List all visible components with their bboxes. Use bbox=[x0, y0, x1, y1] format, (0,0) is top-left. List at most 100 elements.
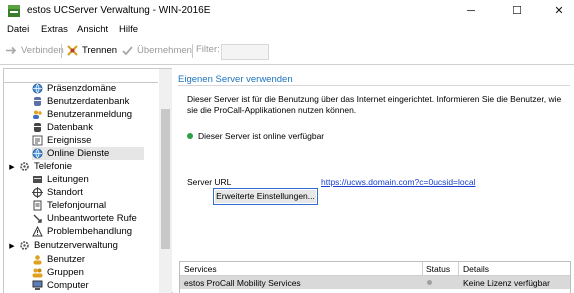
tree-item-label: Standort bbox=[47, 187, 83, 198]
tree-item-label: Problembehandlung bbox=[47, 226, 133, 237]
location-icon bbox=[32, 187, 43, 198]
table-header: Services Status Details bbox=[180, 262, 570, 276]
close-button[interactable]: ✕ bbox=[545, 2, 573, 20]
server-url-label: Server URL bbox=[187, 177, 232, 187]
tree-item-datenbank[interactable]: Datenbank bbox=[32, 121, 93, 134]
tree-item-label: Telefonjournal bbox=[47, 200, 107, 211]
tree-group-telefonie[interactable]: ▶ Telefonie bbox=[8, 160, 72, 173]
tree-item-label: Gruppen bbox=[47, 267, 84, 278]
missed-call-icon bbox=[33, 214, 42, 223]
advanced-settings-button[interactable]: Erweiterte Einstellungen... bbox=[213, 188, 318, 205]
tree-item-label: Präsenzdomäne bbox=[47, 83, 117, 94]
menu-bar: Datei Extras Ansicht Hilfe bbox=[0, 22, 574, 38]
gear-icon bbox=[20, 241, 29, 250]
tree-item-leitungen[interactable]: Leitungen bbox=[32, 173, 89, 186]
minimize-button[interactable]: ─ bbox=[457, 2, 485, 20]
column-header-status[interactable]: Status bbox=[426, 264, 450, 274]
status-dot-icon bbox=[187, 133, 193, 139]
app-icon bbox=[8, 5, 20, 17]
column-divider bbox=[422, 262, 423, 275]
filter-label: Filter: bbox=[196, 44, 220, 55]
tree-item-problembehandlung[interactable]: Problembehandlung bbox=[32, 225, 132, 238]
tree-item-label: Benutzeranmeldung bbox=[47, 109, 133, 120]
lines-icon bbox=[33, 176, 42, 183]
warning-icon bbox=[32, 226, 43, 237]
navigation-tree[interactable]: Präsenzdomäne Benutzerdatenbank Benutzer… bbox=[3, 68, 173, 293]
menu-hilfe[interactable]: Hilfe bbox=[119, 24, 138, 35]
tree-item-unbeantwortete-rufe[interactable]: Unbeantwortete Rufe bbox=[32, 212, 137, 225]
tree-item-label: Computer bbox=[47, 280, 89, 291]
tree-item-label: Benutzerdatenbank bbox=[47, 96, 130, 107]
database-icon bbox=[34, 123, 41, 132]
journal-icon bbox=[33, 200, 42, 211]
status-text: Dieser Server ist online verfügbar bbox=[198, 131, 325, 141]
tree-item-telefonjournal[interactable]: Telefonjournal bbox=[32, 199, 106, 212]
computer-icon bbox=[32, 280, 43, 290]
tree-item-label: Telefonie bbox=[34, 161, 73, 172]
globe-icon bbox=[32, 83, 43, 94]
expand-arrow-icon[interactable]: ▶ bbox=[8, 163, 16, 171]
tree-item-label: Benutzerverwaltung bbox=[34, 240, 118, 251]
tree-item-computer[interactable]: Computer bbox=[32, 279, 89, 292]
user-icon bbox=[33, 255, 42, 265]
tree-item-label: Ereignisse bbox=[47, 135, 92, 146]
content-pane: Eigenen Server verwenden Dieser Server i… bbox=[172, 68, 574, 293]
events-icon bbox=[32, 135, 43, 146]
tree-item-online-dienste[interactable]: Online Dienste bbox=[32, 147, 144, 160]
column-header-services[interactable]: Services bbox=[184, 264, 217, 274]
title-bar: estos UCServer Verwaltung - WIN-2016E ─ … bbox=[0, 0, 574, 22]
column-header-details[interactable]: Details bbox=[463, 264, 489, 274]
status-dot-icon bbox=[427, 280, 432, 285]
tree-item-benutzeranmeldung[interactable]: Benutzeranmeldung bbox=[32, 108, 132, 121]
column-divider bbox=[458, 262, 459, 275]
toolbar-separator bbox=[192, 44, 193, 58]
scrollbar-thumb[interactable] bbox=[161, 109, 170, 249]
tree-item-label: Online Dienste bbox=[47, 148, 110, 159]
maximize-button[interactable]: ☐ bbox=[503, 2, 531, 20]
table-row[interactable]: estos ProCall Mobility Services Keine Li… bbox=[180, 276, 570, 289]
window-title: estos UCServer Verwaltung - WIN-2016E bbox=[27, 5, 211, 16]
expand-arrow-icon[interactable]: ▶ bbox=[8, 242, 16, 250]
section-divider bbox=[178, 85, 570, 86]
apply-label: Übernehmen bbox=[137, 45, 192, 56]
group-icon bbox=[32, 268, 43, 278]
toolbar-separator bbox=[61, 44, 62, 58]
disconnect-label: Trennen bbox=[82, 45, 118, 56]
description-text: Dieser Server ist für die Benutzung über… bbox=[187, 94, 562, 115]
service-details: Keine Lizenz verfügbar bbox=[463, 278, 550, 288]
connect-button[interactable]: Verbinden bbox=[5, 44, 64, 57]
server-url-link[interactable]: https://ucws.domain.com?c=0ucsid=local bbox=[321, 177, 476, 187]
connect-icon bbox=[6, 46, 17, 55]
online-status: Dieser Server ist online verfügbar bbox=[187, 131, 324, 141]
tree-item-label: Leitungen bbox=[47, 174, 89, 185]
services-table: Services Status Details estos ProCall Mo… bbox=[179, 261, 571, 293]
section-title: Eigenen Server verwenden bbox=[178, 74, 293, 85]
gear-icon bbox=[20, 162, 29, 171]
database-icon bbox=[34, 97, 41, 106]
tree-item-benutzer[interactable]: Benutzer bbox=[32, 253, 85, 266]
menu-extras[interactable]: Extras bbox=[41, 24, 68, 35]
tree-item-benutzerdatenbank[interactable]: Benutzerdatenbank bbox=[32, 95, 129, 108]
toolbar: Verbinden Trennen Übernehmen Filter: bbox=[0, 38, 574, 65]
filter-input[interactable] bbox=[221, 44, 269, 60]
tree-scrollbar[interactable] bbox=[159, 69, 172, 293]
tree-item-label: Datenbank bbox=[47, 122, 93, 133]
tree-header bbox=[4, 69, 158, 83]
tree-item-ereignisse[interactable]: Ereignisse bbox=[32, 134, 91, 147]
globe-icon bbox=[32, 148, 43, 159]
connect-label: Verbinden bbox=[21, 45, 64, 56]
checkmark-icon bbox=[122, 46, 133, 56]
users-icon bbox=[33, 110, 42, 119]
apply-button[interactable]: Übernehmen bbox=[121, 44, 192, 57]
disconnect-icon bbox=[67, 45, 78, 56]
service-name: estos ProCall Mobility Services bbox=[184, 278, 301, 288]
tree-item-standort[interactable]: Standort bbox=[32, 186, 83, 199]
tree-item-gruppen[interactable]: Gruppen bbox=[32, 266, 84, 279]
tree-group-benutzerverwaltung[interactable]: ▶ Benutzerverwaltung bbox=[8, 239, 118, 252]
tree-item-praesenzdomaene[interactable]: Präsenzdomäne bbox=[32, 82, 116, 95]
disconnect-button[interactable]: Trennen bbox=[66, 44, 117, 57]
tree-item-label: Unbeantwortete Rufe bbox=[47, 213, 137, 224]
menu-ansicht[interactable]: Ansicht bbox=[77, 24, 108, 35]
tree-item-label: Benutzer bbox=[47, 254, 86, 265]
menu-datei[interactable]: Datei bbox=[7, 24, 29, 35]
